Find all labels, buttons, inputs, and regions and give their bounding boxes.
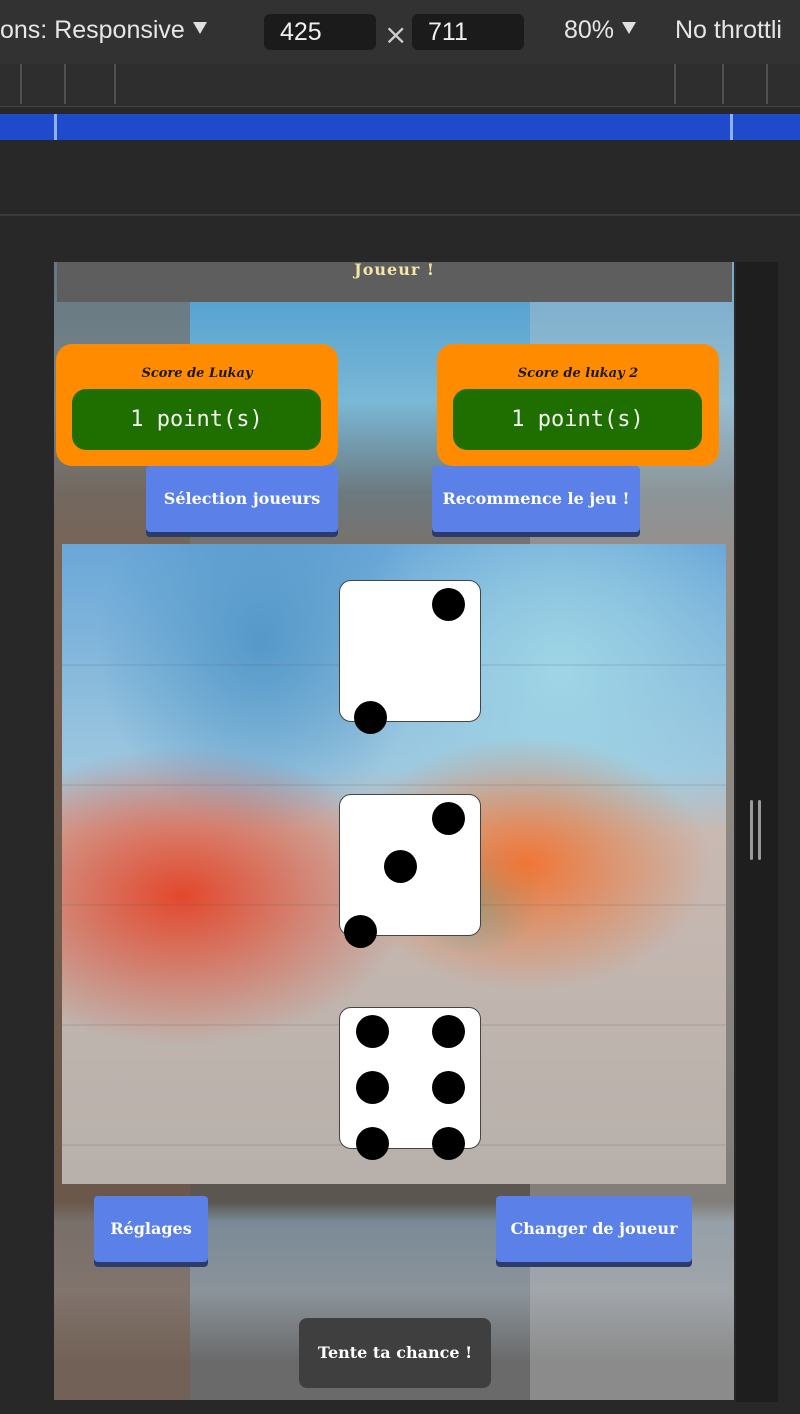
die-pip [432, 1127, 465, 1160]
times-icon: × [384, 18, 408, 51]
chevron-down-icon [192, 22, 207, 34]
ruler-tick [20, 64, 22, 104]
die-pip [356, 1127, 389, 1160]
die-pip [354, 701, 387, 734]
die-pip [432, 588, 465, 621]
zoom-label: 80% [564, 16, 615, 44]
restart-button[interactable]: Recommence le jeu ! [432, 466, 640, 532]
die-3[interactable] [339, 1007, 481, 1160]
media-query-bar[interactable] [0, 114, 800, 140]
die-pip [432, 802, 465, 835]
die-1[interactable] [339, 580, 481, 734]
divider [0, 214, 800, 216]
resize-handle[interactable] [748, 800, 764, 860]
chevron-down-icon [622, 22, 637, 34]
height-input[interactable]: 711 [412, 14, 524, 50]
die-2[interactable] [339, 794, 481, 948]
devtools-toolbar: ons: Responsive 425 × 711 80% No throttl… [0, 0, 800, 64]
player2-score-title: Score de lukay 2 [517, 366, 639, 381]
width-input[interactable]: 425 [264, 14, 376, 50]
change-player-button[interactable]: Changer de joueur [496, 1196, 692, 1262]
player2-score-value: 1 point(s) [453, 389, 702, 450]
player1-score-card: Score de Lukay 1 point(s) [56, 344, 338, 466]
ruler-tick [64, 64, 66, 104]
throttle-dropdown[interactable]: No throttli [675, 16, 782, 45]
dimensions-dropdown[interactable]: ons: Responsive [0, 16, 207, 45]
die-pip [384, 850, 417, 883]
die-pip [356, 1015, 389, 1048]
try-luck-button[interactable]: Tente ta chance ! [299, 1318, 491, 1388]
die-pip [432, 1071, 465, 1104]
select-players-button[interactable]: Sélection joueurs [146, 466, 338, 532]
page-viewport: Joueur ! Score de Lukay 1 point(s) Score… [54, 262, 734, 1400]
top-banner: Joueur ! [57, 262, 732, 302]
media-query-ruler [0, 64, 800, 107]
die-pip [344, 915, 377, 948]
dimensions-label: ons: Responsive [0, 16, 185, 44]
settings-button[interactable]: Réglages [94, 1196, 208, 1262]
ruler-tick [674, 64, 676, 104]
banner-text: Joueur ! [354, 262, 435, 279]
mq-marker [730, 114, 733, 140]
die-pip [432, 1015, 465, 1048]
die-pip [356, 1071, 389, 1104]
mq-marker [54, 114, 57, 140]
player2-score-card: Score de lukay 2 1 point(s) [437, 344, 719, 466]
zoom-dropdown[interactable]: 80% [564, 16, 637, 45]
player1-score-title: Score de Lukay [141, 366, 253, 381]
ruler-tick [766, 64, 768, 104]
player1-score-value: 1 point(s) [72, 389, 321, 450]
ruler-tick [722, 64, 724, 104]
ruler-tick [114, 64, 116, 104]
